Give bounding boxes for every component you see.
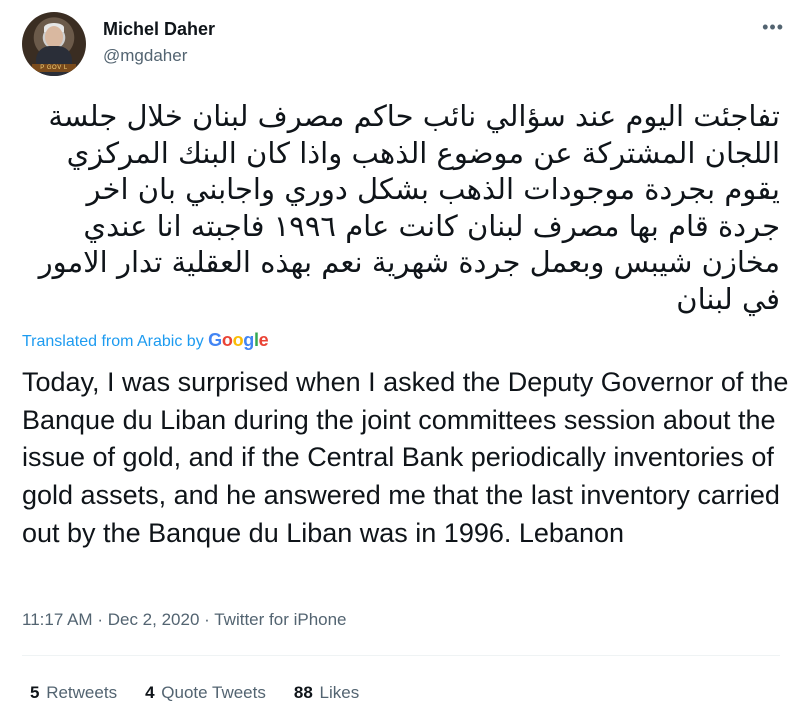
avatar-face [45,26,63,48]
tweet-meta: 11:17 AM · Dec 2, 2020 · Twitter for iPh… [22,610,347,630]
likes-count: 88 [293,683,313,702]
translation-attribution[interactable]: Translated from Arabic by Google [22,330,269,351]
likes-label: Likes [319,683,360,702]
tweet-time[interactable]: 11:17 AM [22,610,93,629]
quote-tweets-label: Quote Tweets [161,683,266,702]
author-name[interactable]: Michel Daher [103,19,215,40]
tweet-text-arabic: تفاجئت اليوم عند سؤالي نائب حاكم مصرف لب… [38,99,780,316]
likes-stat[interactable]: 88 Likes [294,683,359,703]
translated-label: Translated from Arabic by [22,333,204,350]
avatar[interactable]: P GOV L [22,12,86,76]
tweet-text-english: Today, I was surprised when I asked the … [22,367,789,548]
meta-separator: · [97,610,103,629]
quote-tweets-count: 4 [145,683,155,702]
retweets-label: Retweets [46,683,118,702]
engagement-stats: 5 Retweets 4 Quote Tweets 88 Likes [30,683,359,703]
retweets-count: 5 [30,683,40,702]
divider [22,655,780,656]
more-options-icon[interactable]: ••• [762,17,784,38]
author-handle[interactable]: @mgdaher [103,46,187,66]
retweets-stat[interactable]: 5 Retweets [30,683,117,703]
meta-separator: · [204,610,210,629]
google-logo: Google [208,330,269,350]
tweet-source[interactable]: Twitter for iPhone [214,610,346,629]
tweet-date[interactable]: Dec 2, 2020 [108,610,200,629]
avatar-nameplate: P GOV L [32,64,76,72]
quote-tweets-stat[interactable]: 4 Quote Tweets [145,683,266,703]
